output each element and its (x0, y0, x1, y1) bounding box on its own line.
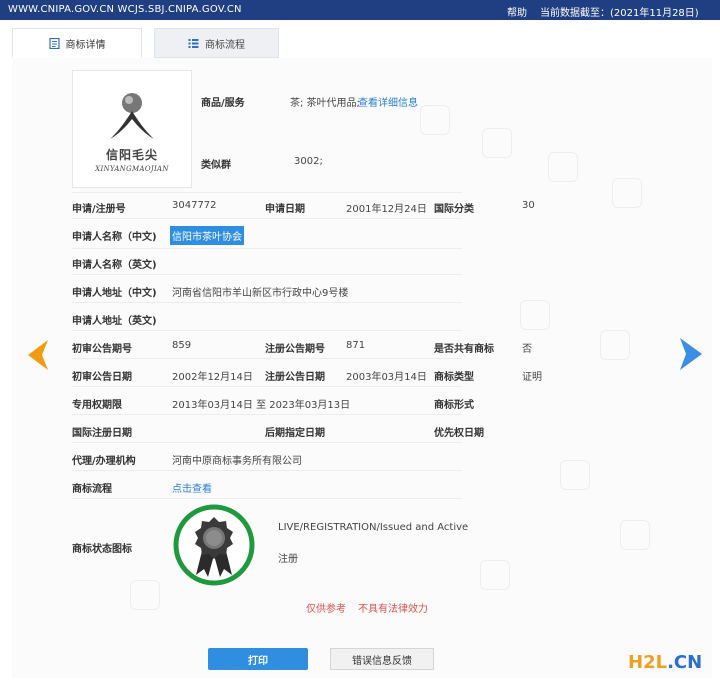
notice-reference: 仅供参考 (306, 604, 346, 615)
status-icon-label: 商标状态图标 (72, 544, 132, 555)
prelim-date-label: 初审公告日期 (72, 372, 132, 383)
row-divider (72, 442, 462, 443)
similar-group-label: 类似群 (201, 160, 231, 171)
watermark-shape (612, 178, 642, 208)
agent-value: 河南中原商标事务所有限公司 (172, 456, 302, 467)
intl-class-label: 国际分类 (434, 204, 474, 215)
shared-label: 是否共有商标 (434, 344, 494, 355)
watermark-shape (560, 460, 590, 490)
notice-no-legal-effect: 不具有法律效力 (358, 604, 428, 615)
address-en-label: 申请人地址（英文) (72, 316, 157, 327)
watermark-shape (600, 330, 630, 360)
watermark-shape (620, 520, 650, 550)
watermark-shape (482, 128, 512, 158)
watermark-shape (420, 105, 450, 135)
top-bar: WWW.CNIPA.GOV.CN WCJS.SBJ.CNIPA.GOV.CN 帮… (0, 0, 720, 20)
address-cn-label: 申请人地址（中文) (72, 288, 157, 299)
prelim-no-label: 初审公告期号 (72, 344, 132, 355)
tab-bar: 商标详情 商标流程 (12, 28, 712, 59)
print-button[interactable]: 打印 (208, 648, 308, 670)
help-link[interactable]: 帮助 (507, 4, 527, 19)
reg-pub-no-value: 871 (346, 340, 366, 351)
address-cn-value: 河南省信阳市羊山新区市行政中心9号楼 (172, 288, 349, 299)
trademark-logo-graphic (110, 93, 154, 139)
applicant-cn-value: 信阳市茶叶协会 (170, 226, 244, 245)
view-details-link[interactable]: 查看详细信息 (358, 94, 418, 109)
document-icon (48, 37, 60, 49)
feedback-button[interactable]: 错误信息反馈 (330, 648, 434, 670)
row-divider (72, 358, 462, 359)
view-flow-link[interactable]: 点击查看 (172, 480, 212, 495)
row-divider (72, 248, 462, 249)
similar-group-value: 3002; (294, 156, 323, 167)
goods-label: 商品/服务 (201, 98, 245, 109)
later-date-label: 后期指定日期 (265, 428, 325, 439)
excl-period-label: 专用权期限 (72, 400, 122, 411)
data-date: 当前数据截至：(2021年11月28日) (540, 8, 699, 19)
flow-label: 商标流程 (72, 484, 112, 495)
reg-pub-date-value: 2003年03月14日 (346, 372, 427, 383)
status-en: LIVE/REGISTRATION/Issued and Active (278, 522, 469, 533)
reg-pub-date-label: 注册公告日期 (265, 372, 325, 383)
logo-text-pinyin: XINYANGMAOJIAN (95, 165, 169, 173)
watermark-text-cn: .CN (667, 652, 703, 673)
agent-label: 代理/办理机构 (72, 456, 136, 467)
tab-trademark-flow[interactable]: 商标流程 (154, 28, 279, 58)
watermark-shape (480, 560, 510, 590)
reg-no-label: 申请/注册号 (72, 204, 126, 215)
apply-date-value: 2001年12月24日 (346, 204, 427, 215)
logo-text-cn: 信阳毛尖 (105, 148, 158, 162)
reg-no-value: 3047772 (172, 200, 217, 211)
priority-date-label: 优先权日期 (434, 428, 484, 439)
watermark-text-h2l: H2L (628, 652, 668, 673)
applicant-cn-label: 申请人名称（中文) (72, 232, 157, 243)
watermark-shape (520, 300, 550, 330)
tm-type-label: 商标类型 (434, 372, 474, 383)
watermark-shape (130, 580, 160, 610)
next-arrow-icon[interactable] (678, 336, 704, 372)
row-divider (72, 414, 462, 415)
list-icon (188, 38, 199, 48)
site-urls[interactable]: WWW.CNIPA.GOV.CN WCJS.SBJ.CNIPA.GOV.CN (8, 4, 242, 15)
intl-reg-date-label: 国际注册日期 (72, 428, 132, 439)
tm-form-label: 商标形式 (434, 400, 474, 411)
row-divider (72, 386, 462, 387)
tab-label: 商标详情 (65, 39, 106, 51)
row-divider (72, 274, 462, 275)
row-divider (72, 498, 462, 499)
status-badge-icon (173, 504, 255, 586)
tab-label: 商标流程 (205, 39, 245, 51)
tab-trademark-details[interactable]: 商标详情 (12, 28, 142, 58)
trademark-image: 信阳毛尖 XINYANGMAOJIAN (72, 70, 192, 188)
row-divider (72, 192, 462, 193)
row-divider (72, 470, 462, 471)
prelim-no-value: 859 (172, 340, 192, 351)
tm-type-value: 证明 (522, 372, 542, 383)
row-divider (72, 302, 462, 303)
reg-pub-no-label: 注册公告期号 (265, 344, 325, 355)
status-cn: 注册 (278, 554, 298, 565)
row-divider (72, 218, 462, 219)
applicant-en-label: 申请人名称（英文) (72, 260, 157, 271)
goods-value: 茶; 茶叶代用品; (290, 98, 360, 109)
site-watermark-logo: H2L.CN (628, 652, 702, 673)
apply-date-label: 申请日期 (265, 204, 305, 215)
watermark-shape (548, 152, 578, 182)
prev-arrow-icon[interactable] (24, 338, 50, 372)
intl-class-value: 30 (522, 200, 535, 211)
excl-period-value: 2013年03月14日 至 2023年03月13日 (172, 400, 351, 411)
prelim-date-value: 2002年12月14日 (172, 372, 253, 383)
shared-value: 否 (522, 344, 532, 355)
row-divider (72, 330, 462, 331)
